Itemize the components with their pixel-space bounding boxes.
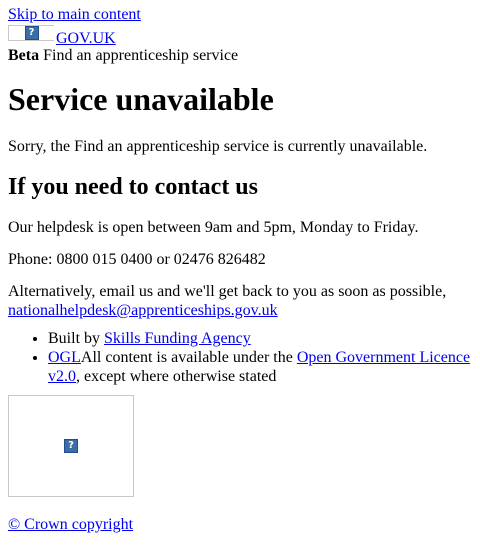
helpdesk-hours: Our helpdesk is open between 9am and 5pm…	[8, 219, 419, 236]
header: ? GOV.UK	[8, 25, 116, 47]
phase-banner: Beta Find an apprenticeship service	[8, 46, 238, 65]
service-name: Find an apprenticeship service	[43, 47, 239, 64]
footer-links: Built by Skills Funding Agency OGLAll co…	[8, 329, 478, 387]
contact-heading: If you need to contact us	[8, 174, 258, 200]
helpdesk-email-link[interactable]: nationalhelpdesk@apprenticeships.gov.uk	[8, 302, 278, 319]
helpdesk-phone: Phone: 0800 015 0400 or 02476 826482	[8, 251, 266, 268]
built-by-text: Built by	[48, 330, 101, 347]
broken-image-icon: ?	[64, 439, 78, 453]
skip-to-main-content-link[interactable]: Skip to main content	[8, 5, 141, 24]
email-paragraph: Alternatively, email us and we'll get ba…	[8, 282, 468, 320]
page-title: Service unavailable	[8, 81, 274, 117]
licence-item: OGLAll content is available under the Op…	[48, 348, 478, 386]
licence-suffix: , except where otherwise stated	[76, 368, 277, 386]
govuk-logo-placeholder[interactable]: ?	[8, 25, 54, 41]
email-text: Alternatively, email us and we'll get ba…	[8, 283, 447, 300]
ogl-link[interactable]: OGL	[48, 349, 81, 366]
built-by-item: Built by Skills Funding Agency	[48, 329, 478, 348]
licence-text: All content is available under the	[80, 349, 293, 367]
crown-crest-placeholder: ?	[8, 395, 134, 497]
crown-copyright-link[interactable]: © Crown copyright	[8, 515, 133, 534]
phase-tag: Beta	[8, 47, 40, 64]
broken-image-icon: ?	[24, 26, 39, 40]
skills-funding-agency-link[interactable]: Skills Funding Agency	[104, 330, 251, 347]
unavailable-message: Sorry, the Find an apprenticeship servic…	[8, 138, 428, 155]
